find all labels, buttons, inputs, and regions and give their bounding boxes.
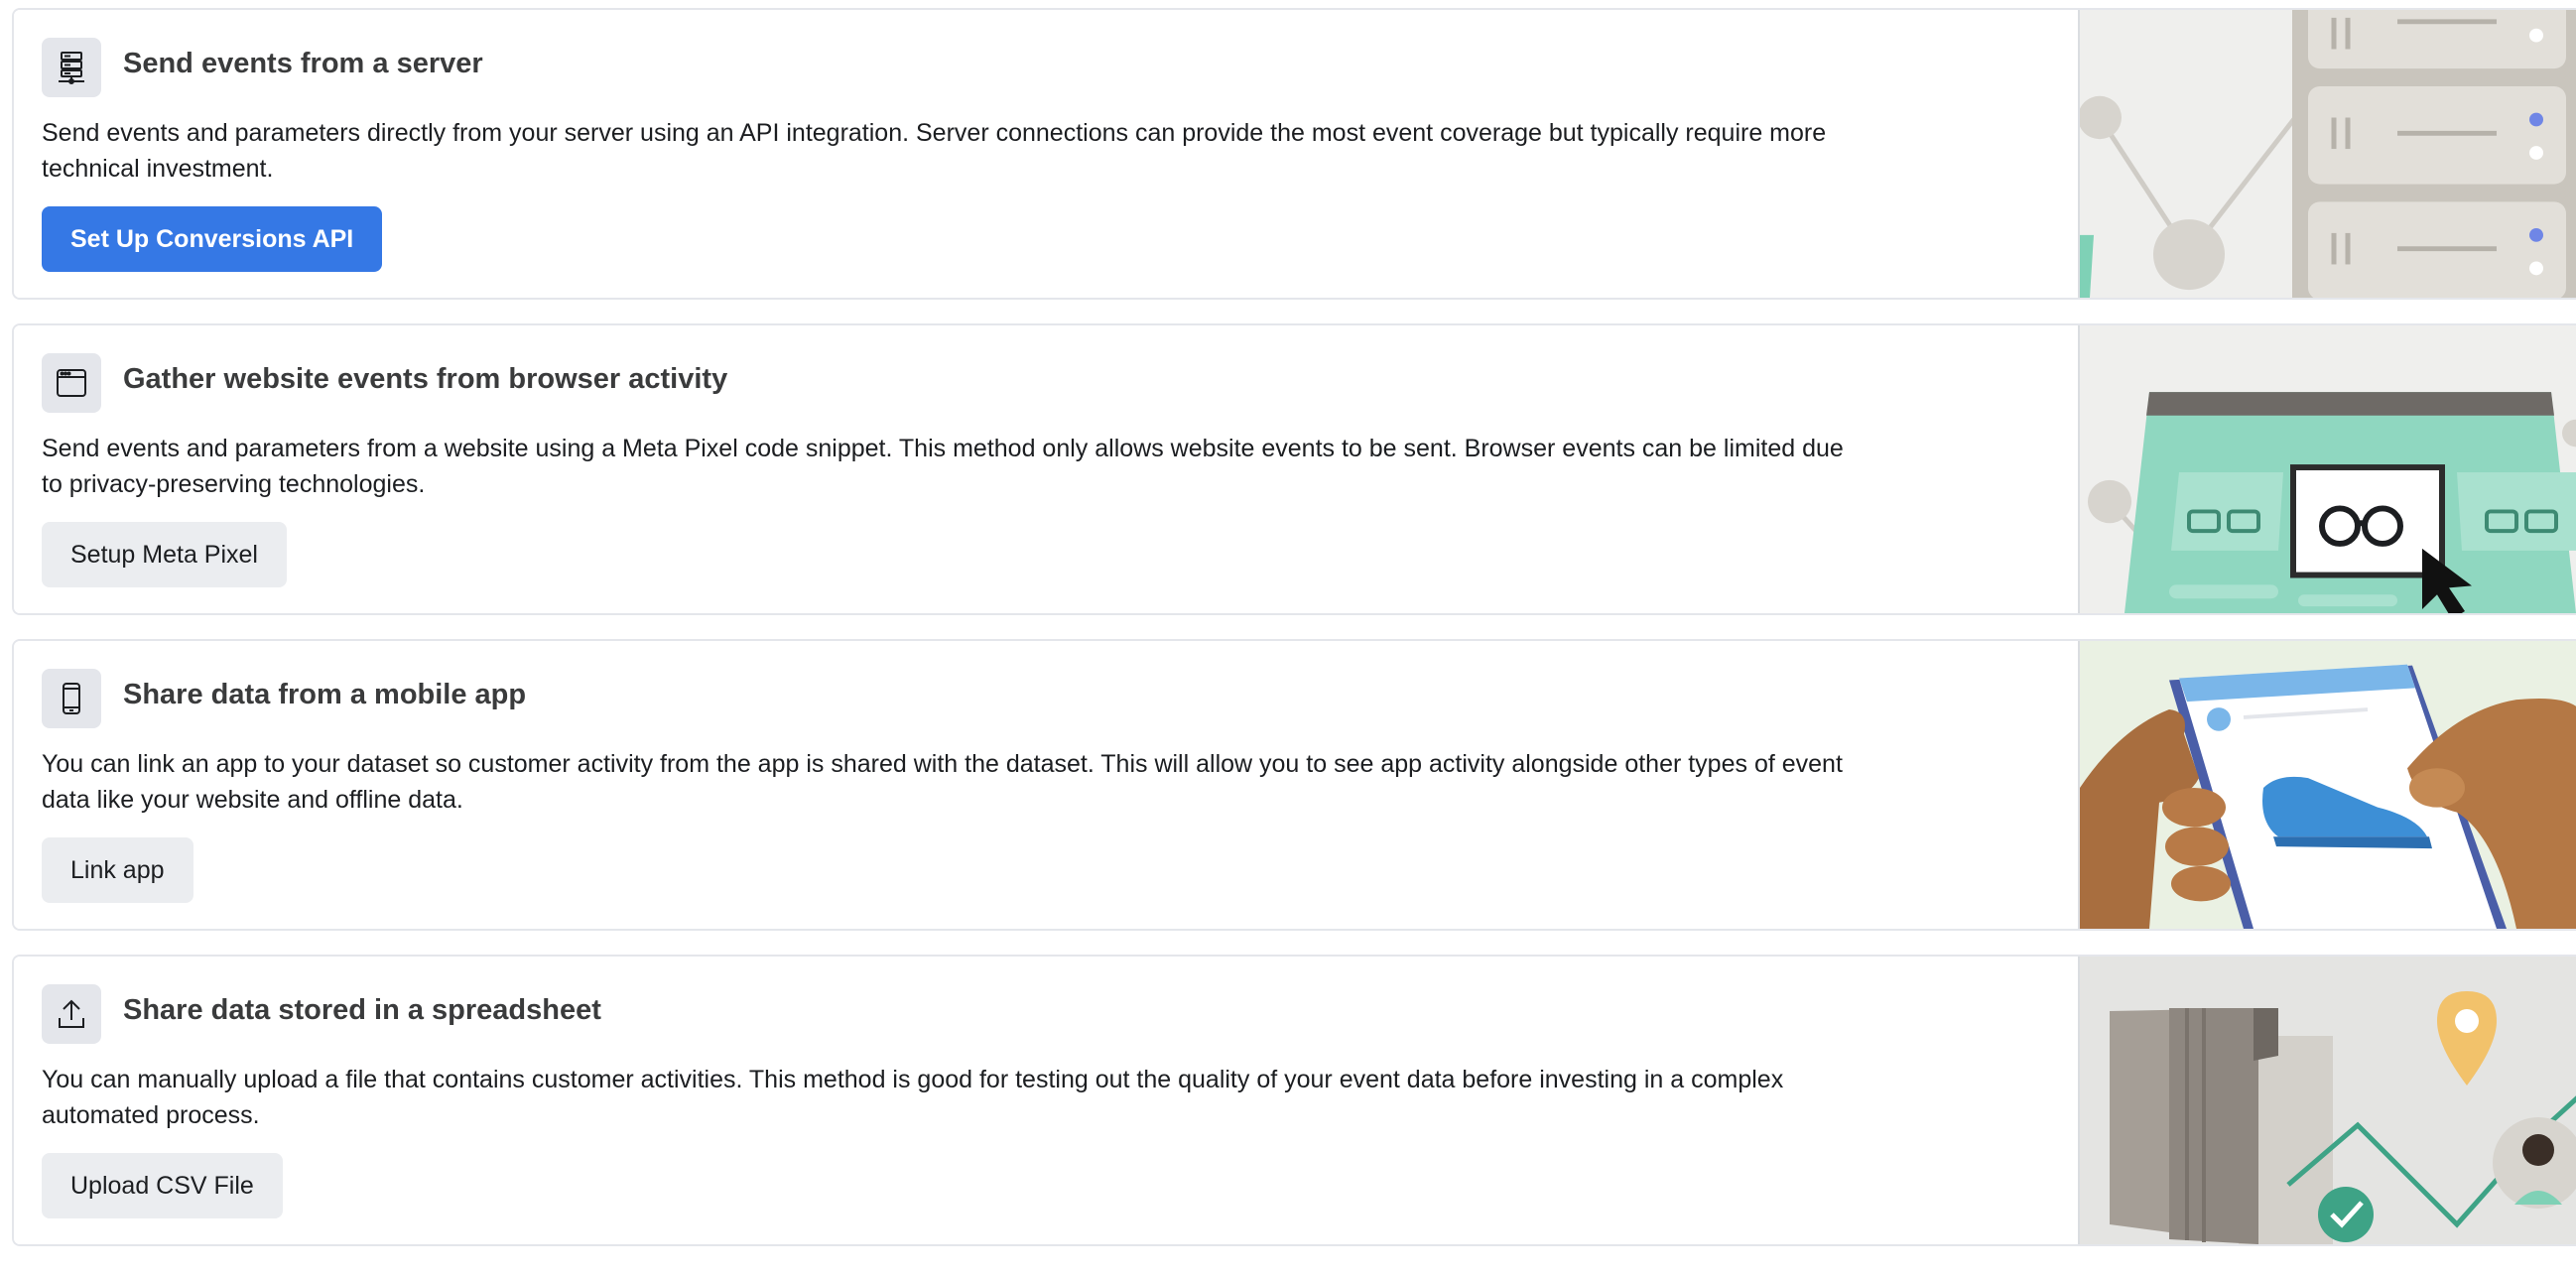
card-description: You can manually upload a file that cont… [42,1066,1784,1129]
phone-in-hands-illustration [2078,641,2576,929]
card-content: Share data from a mobile app You can lin… [14,641,2078,929]
card-content: Send events from a server Send events an… [14,10,2078,298]
browser-glasses-illustration [2078,325,2576,613]
server-icon [42,38,101,97]
mobile-phone-icon [42,669,101,728]
card-content: Gather website events from browser activ… [14,325,2078,613]
link-app-button[interactable]: Link app [42,837,193,903]
server-rack-illustration [2078,10,2576,298]
browser-window-icon [42,353,101,413]
card-title: Send events from a server [123,48,483,79]
card-share-data-spreadsheet: Share data stored in a spreadsheet You c… [12,955,2576,1246]
card-content: Share data stored in a spreadsheet You c… [14,957,2078,1244]
upload-icon [42,984,101,1044]
card-description: Send events and parameters directly from… [42,119,1827,183]
file-upload-illustration [2078,957,2576,1244]
set-up-conversions-api-button[interactable]: Set Up Conversions API [42,206,383,272]
card-description: You can link an app to your dataset so c… [42,750,1843,814]
card-share-data-mobile-app: Share data from a mobile app You can lin… [12,639,2576,931]
card-title: Share data stored in a spreadsheet [123,994,601,1026]
card-description: Send events and parameters from a websit… [42,435,1844,498]
card-send-events-from-server: Send events from a server Send events an… [12,8,2576,300]
card-title: Gather website events from browser activ… [123,363,728,395]
setup-meta-pixel-button[interactable]: Setup Meta Pixel [42,522,287,587]
upload-csv-file-button[interactable]: Upload CSV File [42,1153,283,1218]
card-title: Share data from a mobile app [123,679,527,710]
card-gather-website-events: Gather website events from browser activ… [12,323,2576,615]
connection-methods-page: Send events from a server Send events an… [0,0,2576,1278]
